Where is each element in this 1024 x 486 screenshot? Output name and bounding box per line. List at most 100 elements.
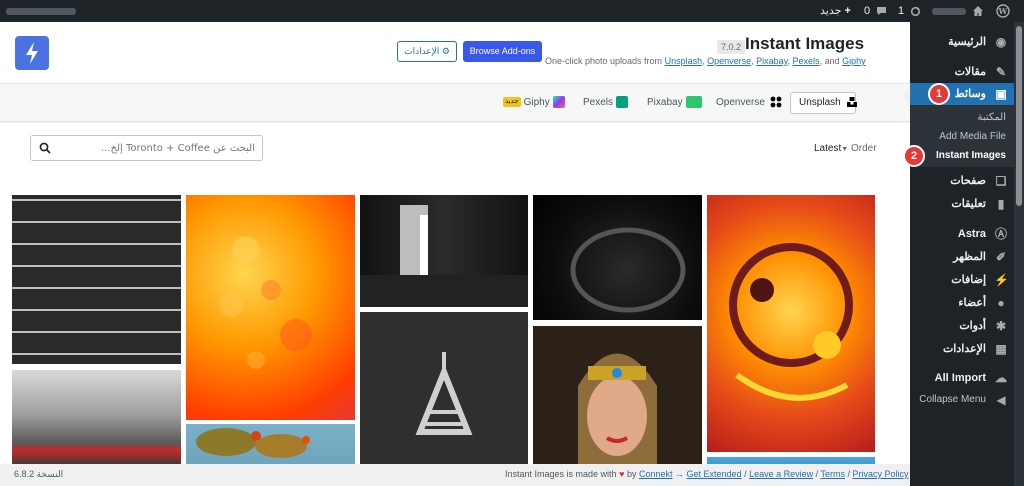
submenu-add-media[interactable]: Add Media File	[939, 131, 1006, 142]
search-input[interactable]	[59, 139, 255, 157]
sidebar-item-label: وسائط	[954, 88, 986, 100]
connekt-link[interactable]: Connekt	[639, 469, 673, 479]
terms-link[interactable]: Terms	[820, 469, 845, 479]
comment-bubble-icon	[877, 7, 887, 16]
step-badge-1: 1	[928, 83, 950, 105]
image-tile[interactable]	[360, 195, 528, 307]
updates-count: 1	[898, 5, 905, 17]
search-field	[30, 135, 263, 161]
subtitle-prefix: One-click photo uploads from	[545, 56, 663, 66]
new-badge: جديد	[503, 97, 521, 108]
abstract-face-graphic	[729, 243, 853, 401]
tab-giphy[interactable]: جديد Giphy	[503, 92, 565, 114]
refresh-icon	[911, 6, 921, 16]
get-extended-link[interactable]: Get Extended	[687, 469, 742, 479]
privacy-link[interactable]: Privacy Policy	[853, 469, 909, 479]
sidebar-item-all-import[interactable]: ☁ All Import	[910, 366, 1014, 390]
settings-button-label: الإعدادات	[404, 46, 440, 56]
sidebar-item-label: الرئيسية	[948, 36, 986, 48]
tower-graphic	[415, 352, 473, 435]
sidebar-item-tools[interactable]: ✱ أدوات	[910, 314, 1014, 338]
review-link[interactable]: Leave a Review	[749, 469, 813, 479]
results-area: Latest▼ Order	[0, 123, 910, 484]
updates-link[interactable]: 1	[898, 0, 921, 22]
media-icon: ▣	[995, 87, 1007, 101]
new-content-link[interactable]: جديد +	[820, 0, 851, 22]
admin-footer: النسخة 6.8.2 Instant Images is made with…	[0, 464, 910, 486]
pixabay-icon	[685, 96, 702, 109]
unsplash-link[interactable]: Unsplash	[665, 56, 703, 66]
submenu-library[interactable]: المكتبة	[977, 112, 1006, 123]
site-name-blurred[interactable]	[6, 0, 76, 22]
sidebar-item-dashboard[interactable]: ◉ الرئيسية	[910, 30, 1014, 54]
pin-icon: ✎	[995, 65, 1007, 79]
image-tile[interactable]	[186, 195, 355, 420]
sidebar-item-plugins[interactable]: ⚡ إضافات	[910, 268, 1014, 292]
gear-icon: ⚙	[441, 46, 450, 56]
home-icon[interactable]	[972, 0, 984, 22]
svg-text:W: W	[998, 6, 1009, 16]
sidebar-item-label: مقالات	[954, 66, 986, 78]
order-value: Latest	[814, 143, 842, 154]
tab-openverse[interactable]: Openverse	[716, 92, 784, 114]
sidebar-scrollbar[interactable]	[1014, 22, 1024, 486]
tab-pexels-label: Pexels	[583, 97, 614, 108]
tab-openverse-label: Openverse	[716, 97, 765, 108]
cloud-icon: ☁	[995, 371, 1007, 385]
sidebar-item-astra[interactable]: Ⓐ Astra	[910, 222, 1014, 246]
sidebar-item-label: المظهر	[953, 251, 986, 263]
sidebar-item-pages[interactable]: ❏ صفحات	[910, 169, 1014, 193]
openverse-link[interactable]: Openverse	[707, 56, 751, 66]
sidebar-item-label: أدوات	[959, 320, 986, 332]
sidebar-item-label: إضافات	[951, 274, 986, 286]
image-tile[interactable]	[533, 195, 702, 320]
giphy-icon	[552, 96, 565, 109]
sidebar-item-appearance[interactable]: ✐ المظهر	[910, 245, 1014, 269]
collapse-icon: ◀	[996, 393, 1006, 407]
wordpress-logo-icon[interactable]: W	[996, 0, 1010, 22]
giphy-link[interactable]: Giphy	[842, 56, 866, 66]
caret-down-icon: ▼	[841, 146, 849, 153]
step-badge-2: 2	[903, 145, 925, 167]
sidebar-item-label: الإعدادات	[942, 343, 986, 355]
collapse-menu-button[interactable]: ◀ Collapse Menu	[910, 388, 1014, 412]
sidebar-item-label: Astra	[957, 228, 986, 240]
sidebar-item-posts[interactable]: ✎ مقالات	[910, 60, 1014, 84]
unsplash-icon	[847, 97, 858, 108]
user-name-blurred[interactable]	[932, 0, 966, 22]
portrait-graphic	[578, 353, 657, 484]
version-badge: 7.0.2	[717, 40, 746, 54]
tab-pixabay[interactable]: Pixabay	[647, 92, 702, 114]
browse-addons-button[interactable]: Browse Add-ons	[463, 41, 542, 62]
sidebar-item-comments[interactable]: ▮ تعليقات	[910, 192, 1014, 216]
main-content: الإعدادات ⚙ Browse Add-ons 7.0.2 Instant…	[0, 22, 910, 486]
sidebar-item-media[interactable]: ▣ وسائط	[902, 83, 1014, 105]
and-word: and	[824, 56, 840, 66]
search-icon[interactable]	[39, 142, 51, 154]
provider-tabs: جديد Giphy Pexels Pixabay Openverse Unspl…	[0, 84, 910, 122]
pixabay-link[interactable]: Pixabay	[756, 56, 787, 66]
order-select[interactable]: Latest▼ Order	[814, 143, 877, 154]
plugin-header: الإعدادات ⚙ Browse Add-ons 7.0.2 Instant…	[0, 22, 910, 84]
heart-icon: ♥	[619, 469, 625, 479]
sidebar-item-label: All Import	[934, 372, 986, 384]
tab-unsplash[interactable]: Unsplash	[790, 92, 858, 114]
image-tile[interactable]	[360, 312, 528, 484]
sidebar-item-settings[interactable]: ▦ الإعدادات	[910, 337, 1014, 361]
new-label: جديد	[820, 5, 842, 17]
lightning-icon	[26, 42, 38, 64]
tab-unsplash-label: Unsplash	[799, 97, 841, 108]
bubbles-graphic	[219, 236, 312, 369]
image-tile[interactable]	[12, 195, 181, 364]
image-tile[interactable]	[533, 326, 702, 484]
submenu-instant-images[interactable]: Instant Images	[936, 150, 1006, 161]
admin-bar: جديد + 0 1 W	[0, 0, 1024, 22]
comments-link[interactable]: 0	[864, 0, 887, 22]
settings-button[interactable]: الإعدادات ⚙	[397, 41, 457, 62]
image-tile[interactable]	[707, 195, 875, 452]
interior-graphic	[360, 205, 528, 307]
tab-pexels[interactable]: Pexels	[583, 92, 629, 114]
sidebar-item-users[interactable]: ● أعضاء	[910, 291, 1014, 315]
tab-pixabay-label: Pixabay	[647, 97, 683, 108]
pexels-link[interactable]: Pexels	[793, 56, 820, 66]
